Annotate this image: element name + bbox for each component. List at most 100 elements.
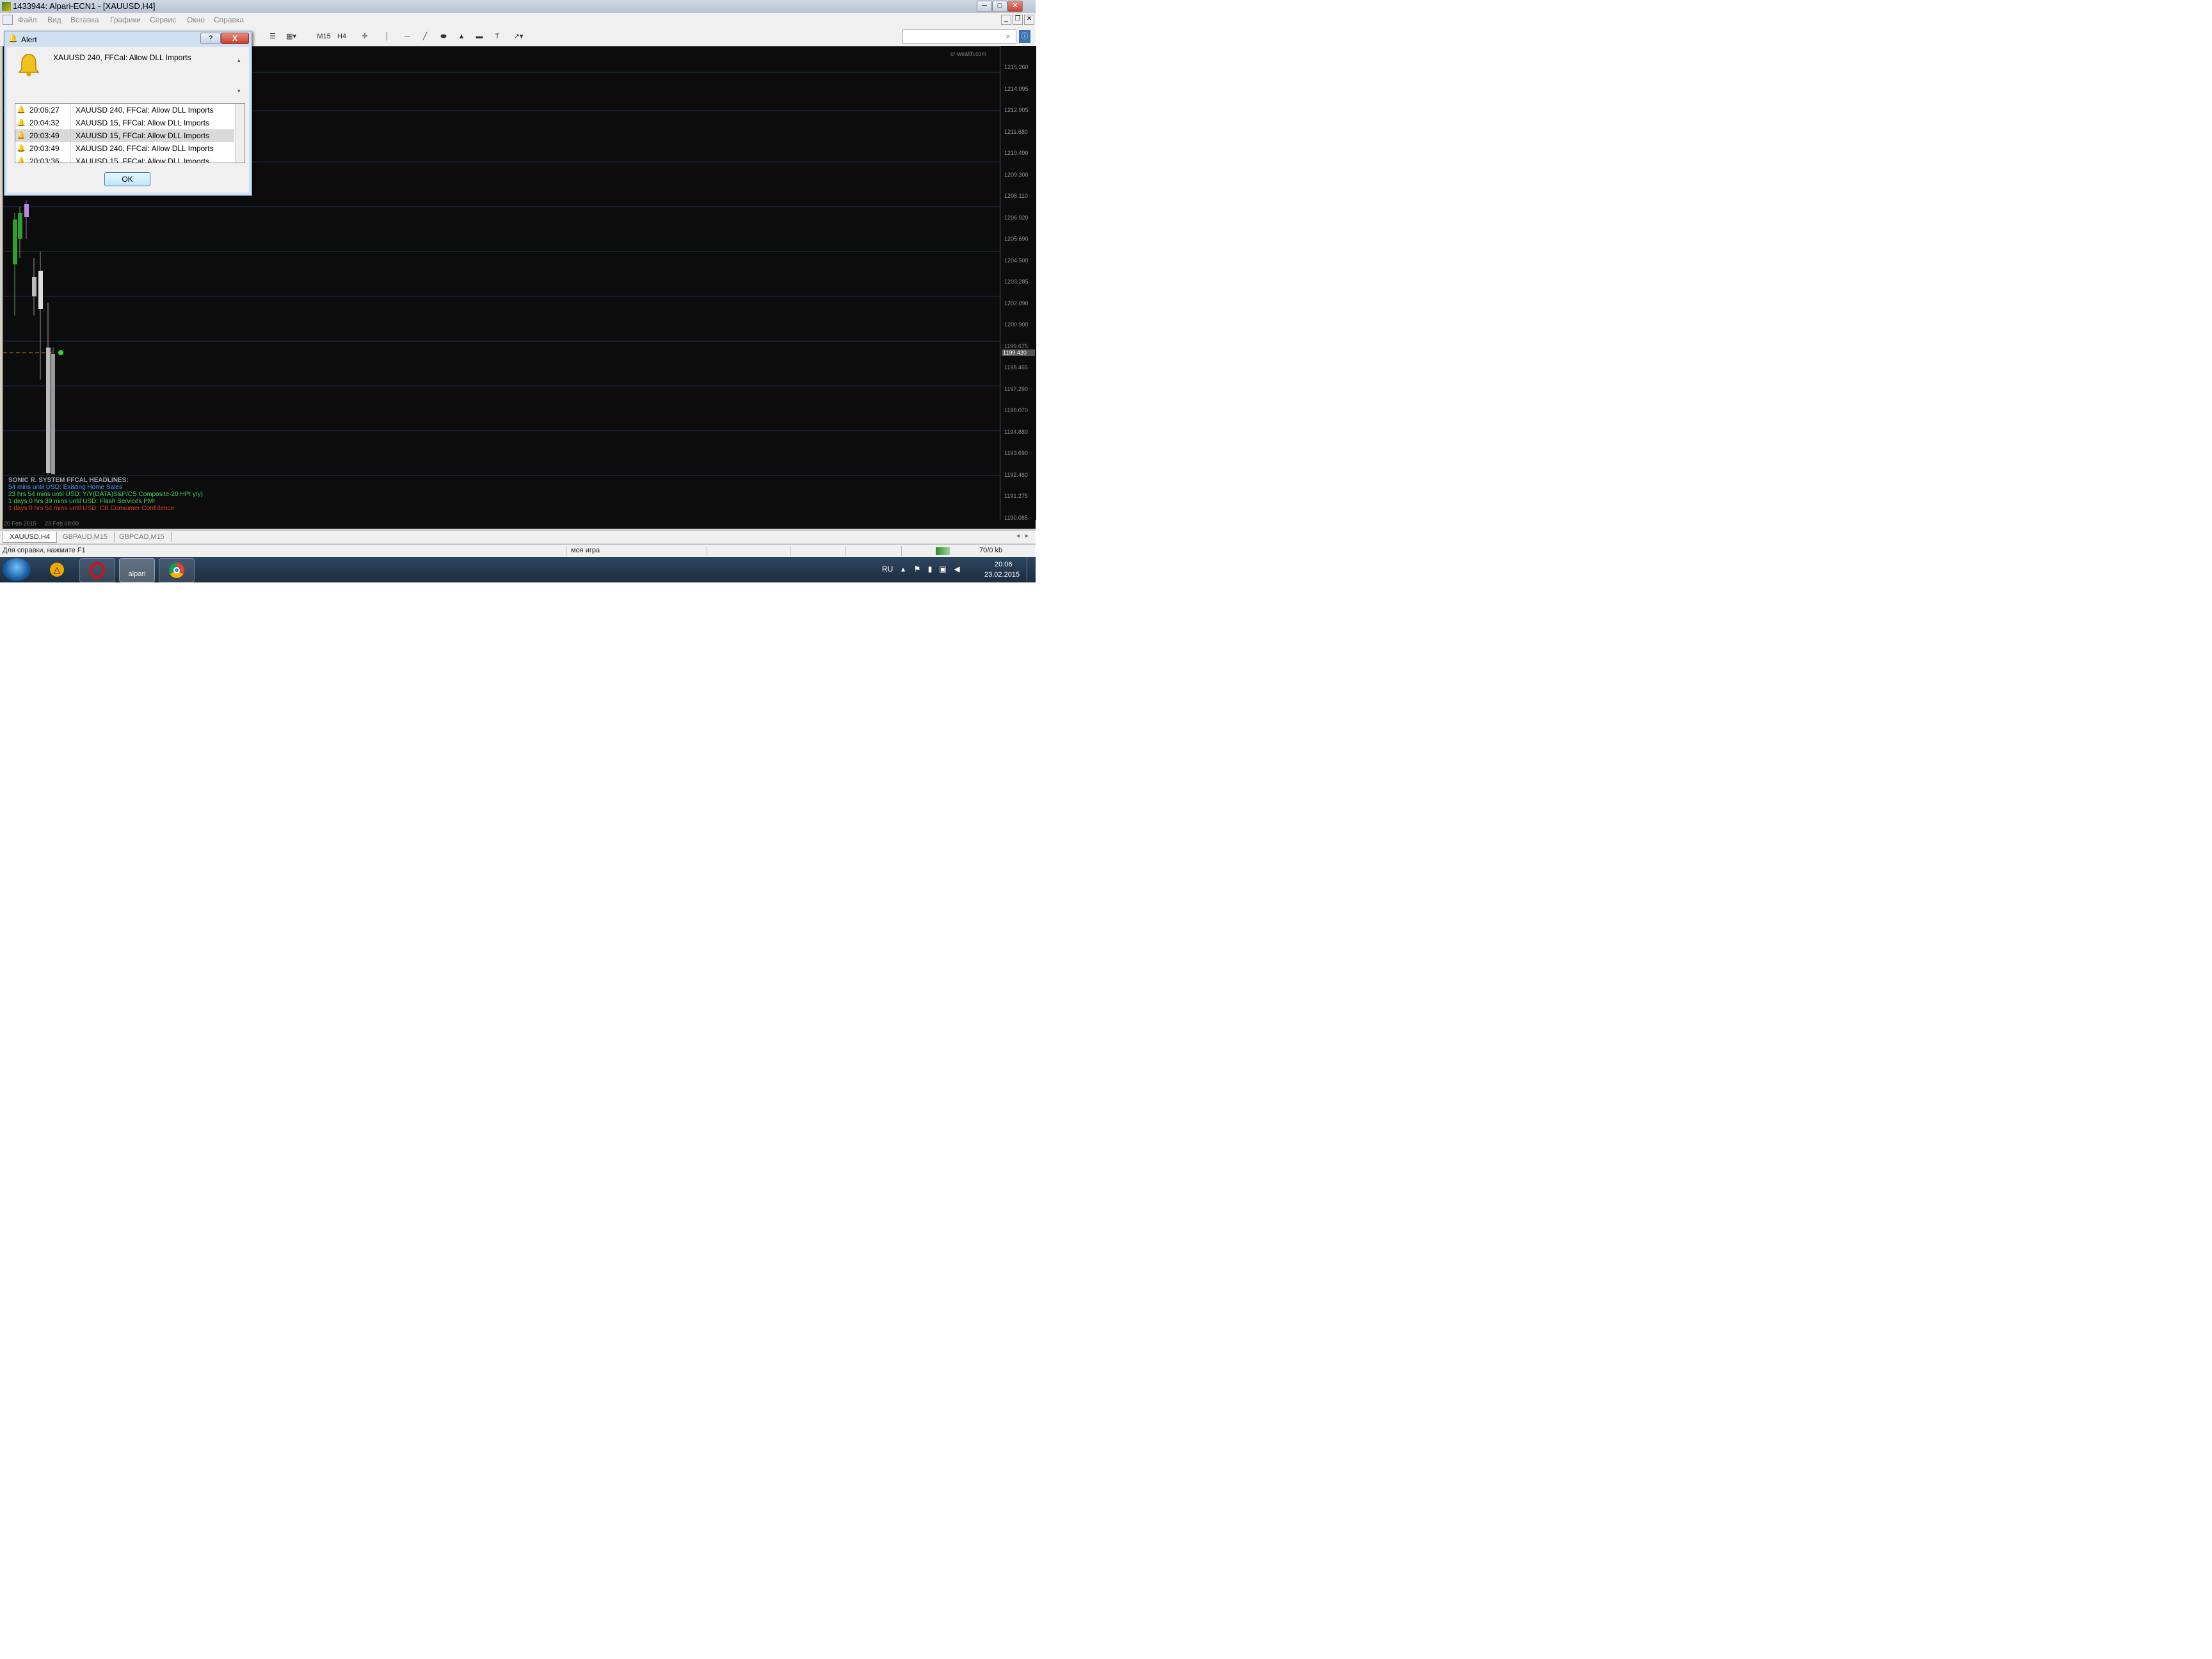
list-item[interactable]: 🔔 20:03:36 XAUUSD 15, FFCal: Allow DLL I… [15,155,234,163]
show-desktop-button[interactable] [1027,557,1036,582]
list-item[interactable]: 🔔 20:04:32 XAUUSD 15, FFCal: Allow DLL I… [15,116,234,129]
clock-date[interactable]: 23.02.2015 [984,571,1020,579]
alert-dialog: 🔔 Alert ? X XAUUSD 240, FFCal: Allow DLL… [4,31,252,196]
child-close-icon[interactable]: ✕ [1024,15,1034,25]
child-minimize-icon[interactable]: _ [1001,15,1011,25]
price-label: 1193.690 [1004,450,1028,456]
list-item[interactable]: 🔔 20:03:49 XAUUSD 240, FFCal: Allow DLL … [15,142,234,155]
news-title: SONIC R. SYSTEM FFCAL HEADLINES: [8,477,129,484]
taskbar-chrome[interactable] [159,558,195,582]
h4-button[interactable]: H4 [334,30,349,43]
tab-gbpcad[interactable]: GBPCAD,M15 [113,532,172,542]
community-icon[interactable]: ⓘ [1019,30,1030,43]
arrows-icon[interactable]: ↗▾ [509,30,527,43]
price-label: 1215.260 [1004,64,1029,70]
price-label: 1191.275 [1004,493,1028,499]
taskbar: △ alpari RU ▴ ⚑ ▮ ▣ ◀ 20:06 23.02.2015 [0,557,1036,582]
price-label: 1208.110 [1004,193,1028,199]
language-indicator[interactable]: RU [882,565,893,573]
bell-icon: 🔔 [17,119,26,127]
trendline-icon[interactable]: ╱ [420,30,430,43]
alert-text: XAUUSD 15, FFCal: Allow DLL Imports [76,157,209,163]
price-label: 1214.095 [1004,85,1029,92]
price-label: 1209.300 [1004,171,1029,178]
close-button[interactable]: ✕ [1007,1,1023,12]
bell-icon: 🔔 [8,34,18,43]
app-icon [2,2,11,11]
chrome-icon [169,563,184,578]
list-item[interactable]: 🔔 20:06:27 XAUUSD 240, FFCal: Allow DLL … [15,104,234,116]
horizontal-line-icon[interactable]: ─ [402,30,412,43]
menu-file[interactable]: Файл [18,15,37,24]
time-axis: 20 Feb 2015 23 Feb 08:00 [3,520,1036,529]
alert-text: XAUUSD 15, FFCal: Allow DLL Imports [76,118,209,127]
tab-gbpaud[interactable]: GBPAUD,M15 [56,532,115,542]
tab-scroll-left-icon[interactable]: ◂ [1016,533,1020,540]
menu-help[interactable]: Справка [214,15,244,24]
tray-expand-icon[interactable]: ▴ [899,565,908,573]
start-button[interactable] [3,558,31,581]
alert-text: XAUUSD 240, FFCal: Allow DLL Imports [76,144,214,153]
price-label: 1192.460 [1004,471,1028,478]
rectangle-icon[interactable]: ▬ [474,30,485,43]
chart-watermark: cr-wealth.com [950,51,986,57]
alert-text: XAUUSD 240, FFCal: Allow DLL Imports [76,106,214,115]
opera-icon [90,562,105,579]
template-icon[interactable]: ▦▾ [282,30,301,43]
time-label: 23 Feb 08:00 [45,520,79,527]
tab-scroll-right-icon[interactable]: ▸ [1025,533,1029,540]
search-icon[interactable]: ⌕ [1002,30,1014,43]
alert-message: XAUUSD 240, FFCal: Allow DLL Imports [53,53,191,62]
status-bar: Для справки, нажмите F1 моя игра 70/0 kb [0,544,1036,557]
child-restore-icon[interactable]: ❐ [1013,15,1023,25]
price-label: 1197.290 [1004,385,1028,392]
chart-tabs: XAUUSD,H4 GBPAUD,M15 GBPCAD,M15 ◂ ▸ [0,530,1036,543]
menu-tools[interactable]: Сервис [150,15,176,24]
text-icon[interactable]: T [492,30,503,43]
list-item[interactable]: 🔔 20:03:49 XAUUSD 15, FFCal: Allow DLL I… [15,129,234,142]
candle-group [13,200,55,474]
dialog-help-button[interactable]: ? [200,33,221,44]
bell-icon: 🔔 [17,145,26,152]
chart-props-icon[interactable]: ☰ [266,30,279,43]
triangle-icon[interactable]: ▲ [456,30,467,43]
vertical-line-icon[interactable]: │ [383,30,392,43]
taskbar-opera[interactable] [79,558,115,582]
menu-view[interactable]: Вид [47,15,61,24]
battery-icon[interactable]: ▮ [926,565,934,573]
minimize-button[interactable]: ─ [977,1,992,12]
maximize-button[interactable]: □ [992,1,1007,12]
menu-insert[interactable]: Вставка [70,15,99,24]
chart-doc-icon[interactable] [3,15,13,25]
dialog-close-button[interactable]: X [221,33,249,44]
ok-button[interactable]: OK [104,172,150,186]
price-label: 1204.500 [1004,257,1029,264]
news-line: 1 days 0 hrs 39 mins until USD: Flash Se… [8,498,155,505]
crosshair-icon[interactable]: ✛ [358,30,371,43]
title-bar: 1433944: Alpari-ECN1 - [XAUUSD,H4] ─ □ ✕ [0,0,1036,13]
ellipse-icon[interactable]: ⬬ [438,30,449,43]
clock-time[interactable]: 20:06 [995,561,1013,568]
tab-xauusd[interactable]: XAUUSD,H4 [3,532,57,543]
alert-time: 20:03:49 [29,144,60,153]
price-label: 1203.285 [1004,278,1029,285]
bell-icon: 🔔 [17,132,26,140]
search-input[interactable] [902,29,1016,44]
taskbar-alpari[interactable]: alpari [119,558,155,582]
menu-window[interactable]: Окно [187,15,205,24]
m15-button[interactable]: M15 [316,30,332,43]
message-scroll-down-icon[interactable]: ▾ [237,88,241,95]
alert-history-list[interactable]: 🔔 20:06:27 XAUUSD 240, FFCal: Allow DLL … [15,103,245,163]
network-icon[interactable]: ▣ [938,565,947,573]
time-label: 20 Feb 2015 [4,520,36,527]
volume-icon[interactable]: ◀ [952,565,961,573]
news-panel: SONIC R. SYSTEM FFCAL HEADLINES: 54 mins… [8,477,203,512]
taskbar-app-launcher[interactable]: △ [40,558,74,581]
news-line: 23 hrs 54 mins until USD: Y/Y(DATA)S&P/C… [8,491,203,498]
list-scrollbar[interactable] [235,104,244,163]
price-label: 1198.465 [1004,364,1028,371]
message-scroll-up-icon[interactable]: ▴ [237,57,241,64]
action-center-flag-icon[interactable]: ⚑ [913,565,922,573]
menu-charts[interactable]: Графики [110,15,141,24]
price-axis: 1215.260 1214.095 1212.905 1211.680 1210.490… [1000,46,1036,521]
